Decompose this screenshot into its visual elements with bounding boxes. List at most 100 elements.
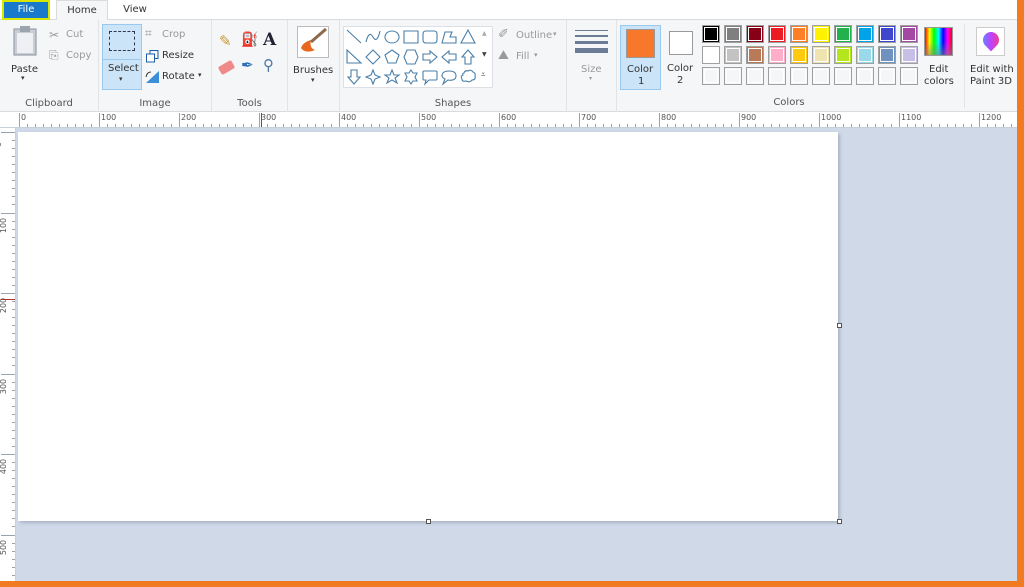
tab-home[interactable]: Home [56,0,108,21]
palette-swatch[interactable] [790,67,808,85]
clipboard-group: Paste ▾ ✂ Cut ⎘ Copy Clipboard [0,20,99,112]
paint-window: File Home View Paste ▾ ✂ Cut ⎘ Copy Clip… [0,0,1017,581]
shape-oval-icon[interactable] [384,30,400,44]
palette-swatch[interactable] [878,46,896,64]
copy-button[interactable]: ⎘ Copy [49,48,93,64]
select-button[interactable]: Select ▾ [102,24,142,90]
palette-swatch[interactable] [812,46,830,64]
size-button[interactable]: Size ▾ [571,24,613,90]
palette-swatch[interactable] [834,25,852,43]
resize-handle-right[interactable] [837,323,842,328]
ruler-tick [12,172,15,174]
palette-swatch-inner [726,69,740,83]
palette-swatch[interactable] [878,25,896,43]
shape-four-point-star-icon[interactable] [364,68,382,86]
ruler-tick [12,413,15,415]
paste-button[interactable]: Paste ▾ [6,24,44,84]
shape-down-arrow-icon[interactable] [346,69,362,85]
palette-swatch[interactable] [900,25,918,43]
text-icon[interactable]: A [263,30,276,50]
ruler-tick [651,124,652,127]
shape-right-arrow-icon[interactable] [422,49,438,65]
rotate-button[interactable]: Rotate ▾ [145,69,209,85]
ruler-tick [12,180,15,182]
cut-button[interactable]: ✂ Cut [49,27,93,43]
outline-button[interactable]: ✐ Outline ▾ [498,27,564,44]
shapes-scroll-down[interactable]: ▼ [482,51,487,58]
shape-five-point-star-icon[interactable] [383,68,401,85]
shape-right-triangle-icon[interactable] [346,48,363,64]
palette-swatch[interactable] [746,25,764,43]
palette-swatch[interactable] [900,46,918,64]
shapes-scroll-up[interactable]: ▲ [482,30,487,37]
shape-polygon-icon[interactable] [441,31,457,44]
shapes-expand[interactable]: ⩡ [481,70,486,80]
pencil-icon[interactable]: ✎ [219,32,232,50]
resize-handle-corner[interactable] [837,519,842,524]
palette-swatch[interactable] [746,67,764,85]
shape-rounded-callout-icon[interactable] [422,70,438,86]
resize-handle-bottom[interactable] [426,519,431,524]
palette-swatch[interactable] [746,46,764,64]
palette-swatch[interactable] [724,46,742,64]
crop-button[interactable]: ⌗ Crop [145,26,205,43]
palette-swatch[interactable] [768,25,786,43]
palette-swatch[interactable] [812,25,830,43]
resize-button[interactable]: Resize [145,48,205,64]
edit-with-paint3d-button[interactable]: Edit with Paint 3D [966,24,1016,92]
palette-swatch[interactable] [724,67,742,85]
palette-swatch[interactable] [856,67,874,85]
ruler-tick [403,124,404,127]
ruler-label: 1100 [901,113,922,122]
palette-swatch[interactable] [790,25,808,43]
palette-swatch[interactable] [834,67,852,85]
palette-swatch[interactable] [834,46,852,64]
shape-diamond-icon[interactable] [365,49,381,65]
shape-left-arrow-icon[interactable] [441,49,457,65]
palette-swatch[interactable] [856,46,874,64]
color1-button[interactable]: Color 1 [620,25,661,90]
palette-swatch[interactable] [702,46,720,64]
fill-bucket-icon[interactable]: ⛽ [241,32,258,48]
shape-rectangle-icon[interactable] [403,30,419,44]
tab-view[interactable]: View [110,0,160,20]
ruler-tick [907,124,908,127]
palette-swatch[interactable] [724,25,742,43]
palette-swatch[interactable] [768,67,786,85]
palette-swatch[interactable] [768,46,786,64]
shape-curve-icon[interactable] [365,30,381,43]
edit-colors-label-1: Edit [929,64,949,75]
palette-swatch[interactable] [878,67,896,85]
shape-cloud-callout-icon[interactable] [460,69,476,83]
shape-six-point-star-icon[interactable] [404,69,418,85]
brushes-button[interactable]: Brushes ▾ [291,24,337,90]
eraser-icon[interactable] [217,59,236,76]
shape-up-arrow-icon[interactable] [460,49,476,65]
color2-button[interactable]: Color 2 [662,25,700,90]
drawing-canvas[interactable] [18,132,838,521]
palette-swatch-inner [858,48,872,62]
ruler-tick [699,124,700,127]
shape-oval-callout-icon[interactable] [441,70,457,86]
palette-swatch[interactable] [790,46,808,64]
ruler-label: 600 [501,113,517,122]
shape-hexagon-icon[interactable] [403,49,419,65]
ruler-tick [12,478,15,480]
palette-swatch[interactable] [812,67,830,85]
tab-file[interactable]: File [2,0,50,20]
palette-swatch[interactable] [702,25,720,43]
palette-swatch[interactable] [702,67,720,85]
shape-rounded-rectangle-icon[interactable] [422,30,438,44]
palette-swatch[interactable] [900,67,918,85]
color-picker-icon[interactable]: ✒ [241,56,254,74]
fill-button[interactable]: ⛰ Fill ▾ [498,48,564,65]
ruler-tick [299,124,300,127]
edit-colors-button[interactable]: Edit colors [918,24,960,92]
magnifier-icon[interactable]: ⚲ [263,56,274,74]
palette-swatch[interactable] [856,25,874,43]
ruler-tick [12,276,15,278]
shape-pentagon-icon[interactable] [384,49,400,64]
shape-triangle-icon[interactable] [460,28,476,44]
ruler-tick [12,518,15,520]
shape-line-icon[interactable] [346,29,362,44]
